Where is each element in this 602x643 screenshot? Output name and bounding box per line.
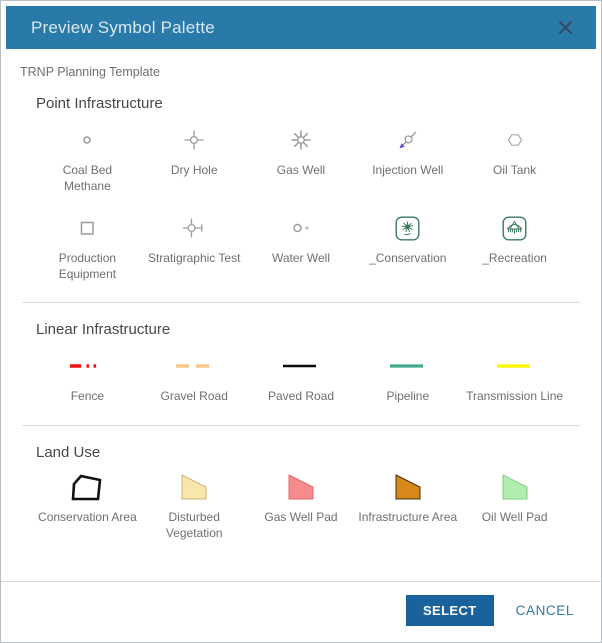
palette-item-label: Conservation Area — [36, 509, 139, 530]
point-infrastructure-heading: Point Infrastructure — [36, 95, 566, 112]
dialog-titlebar: Preview Symbol Palette — [6, 6, 596, 49]
palette-item-recreation: _Recreation — [463, 206, 566, 286]
palette-item-pipeline: Pipeline — [356, 344, 459, 409]
palette-item-injection-well: Injection Well — [356, 118, 459, 198]
landuse-polygon — [463, 467, 566, 509]
landuse-polygon — [250, 467, 353, 509]
cancel-button[interactable]: CANCEL — [516, 603, 574, 618]
palette-item-oil-tank: Oil Tank — [463, 118, 566, 198]
stratigraphic-test-symbol — [143, 206, 246, 250]
palette-item-label: Gas Well Pad — [250, 509, 353, 530]
palette-item-gas-well: Gas Well — [250, 118, 353, 198]
palette-item-conservation: _Conservation — [356, 206, 459, 286]
production-equipment-symbol — [36, 206, 139, 250]
palette-item-label: _Recreation — [463, 250, 566, 271]
select-button[interactable]: SELECT — [406, 595, 494, 626]
coal-bed-methane-symbol — [36, 118, 139, 162]
palette-item-conservation-area: Conservation Area — [36, 467, 139, 545]
palette-item-label: Oil Well Pad — [463, 509, 566, 530]
land-use-heading: Land Use — [36, 444, 566, 461]
palette-item-transmission-line: Transmission Line — [463, 344, 566, 409]
water-well-symbol — [250, 206, 353, 250]
palette-item-label: Water Well — [250, 250, 353, 271]
gas-well-symbol — [250, 118, 353, 162]
transmission-line-symbol — [463, 344, 566, 388]
palette-item-label: Gas Well — [250, 162, 353, 183]
palette-item-infrastructure-area: Infrastructure Area — [356, 467, 459, 545]
palette-item-label: Gravel Road — [143, 388, 246, 409]
landuse-polygon — [356, 467, 459, 509]
fence-line-symbol — [36, 344, 139, 388]
template-name: TRNP Planning Template — [20, 65, 582, 79]
injection-well-symbol — [356, 118, 459, 162]
palette-item-label: Disturbed Vegetation — [143, 509, 246, 545]
palette-item-oil-well-pad: Oil Well Pad — [463, 467, 566, 545]
recreation-shelter-icon — [463, 206, 566, 250]
palette-item-fence: Fence — [36, 344, 139, 409]
point-infrastructure-row-1: Coal Bed Methane Dry Hole Gas Well Injec… — [36, 118, 566, 198]
palette-item-label: Injection Well — [356, 162, 459, 183]
close-icon[interactable] — [552, 15, 578, 41]
point-infrastructure-row-2: Production Equipment Stratigraphic Test … — [36, 206, 566, 286]
palette-item-label: Fence — [36, 388, 139, 409]
palette-item-dry-hole: Dry Hole — [143, 118, 246, 198]
dialog-title: Preview Symbol Palette — [31, 18, 215, 38]
palette-item-gas-well-pad: Gas Well Pad — [250, 467, 353, 545]
palette-item-label: Oil Tank — [463, 162, 566, 183]
pipeline-line-symbol — [356, 344, 459, 388]
palette-item-water-well: Water Well — [250, 206, 353, 286]
landuse-polygon — [143, 467, 246, 509]
palette-item-label: Pipeline — [356, 388, 459, 409]
conservation-area-polygon — [36, 467, 139, 509]
paved-road-line-symbol — [250, 344, 353, 388]
section-land-use: Land Use Conservation Area Disturbed Veg… — [22, 425, 580, 545]
palette-item-label: Production Equipment — [36, 250, 139, 286]
dry-hole-symbol — [143, 118, 246, 162]
palette-item-label: _Conservation — [356, 250, 459, 271]
palette-item-production-equipment: Production Equipment — [36, 206, 139, 286]
linear-infrastructure-heading: Linear Infrastructure — [36, 321, 566, 338]
linear-infrastructure-row-1: Fence Gravel Road Paved Road Pipeline Tr… — [36, 344, 566, 409]
palette-item-label: Infrastructure Area — [356, 509, 459, 530]
conservation-flower-icon — [356, 206, 459, 250]
palette-item-label: Stratigraphic Test — [143, 250, 246, 271]
palette-item-label: Transmission Line — [463, 388, 566, 409]
palette-item-label: Paved Road — [250, 388, 353, 409]
preview-symbol-palette-dialog: Preview Symbol Palette TRNP Planning Tem… — [0, 0, 602, 643]
palette-item-label: Coal Bed Methane — [36, 162, 139, 198]
dialog-footer: SELECT CANCEL — [1, 581, 601, 642]
palette-item-gravel-road: Gravel Road — [143, 344, 246, 409]
dialog-body: TRNP Planning Template Point Infrastruct… — [6, 49, 596, 581]
section-linear-infrastructure: Linear Infrastructure Fence Gravel Road … — [22, 302, 580, 409]
palette-item-disturbed-vegetation: Disturbed Vegetation — [143, 467, 246, 545]
gravel-road-line-symbol — [143, 344, 246, 388]
oil-tank-symbol — [463, 118, 566, 162]
palette-item-stratigraphic-test: Stratigraphic Test — [143, 206, 246, 286]
land-use-row-1: Conservation Area Disturbed Vegetation G… — [36, 467, 566, 545]
palette-item-paved-road: Paved Road — [250, 344, 353, 409]
palette-item-coal-bed-methane: Coal Bed Methane — [36, 118, 139, 198]
palette-item-label: Dry Hole — [143, 162, 246, 183]
section-point-infrastructure: Point Infrastructure Coal Bed Methane Dr… — [22, 95, 580, 286]
